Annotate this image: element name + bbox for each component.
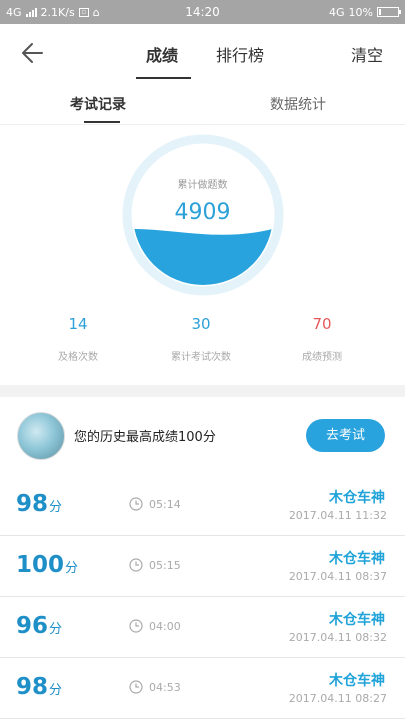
tab-indicator (136, 77, 191, 79)
record-user-name: 木仓车神 (329, 612, 385, 628)
network-type-right: 4G (329, 5, 345, 19)
score-unit: 分 (49, 683, 63, 698)
record-duration: 04:00 (149, 620, 181, 633)
record-score: 98分 (16, 491, 63, 517)
record-date: 2017.04.11 11:32 (288, 509, 387, 522)
record-score: 96分 (16, 613, 63, 639)
record-user-name: 木仓车神 (329, 490, 385, 506)
record-duration: 05:14 (149, 498, 181, 511)
record-score: 100分 (16, 552, 79, 578)
battery-percent: 10% (348, 5, 373, 19)
record-duration: 04:53 (149, 681, 181, 694)
arrow-left-icon[interactable] (18, 38, 48, 68)
record-date: 2017.04.11 08:27 (288, 692, 387, 705)
tab-score[interactable]: 成绩 (146, 42, 178, 66)
record-user-name: 木仓车神 (329, 551, 385, 567)
clock-icon (129, 619, 143, 633)
clock-icon (129, 558, 143, 572)
signal-icon (25, 7, 37, 17)
app-icon: ⌂ (92, 5, 100, 19)
section-divider (0, 385, 405, 397)
exam-count-label: 累计考试次数 (171, 352, 231, 363)
network-speed: 2.1K/s (40, 5, 75, 19)
exam-count-value: 30 (191, 315, 211, 333)
clock-icon (129, 680, 143, 694)
record-row[interactable]: 100分 05:15 木仓车神 2017.04.11 08:37 (0, 536, 405, 597)
sub-tabs: 考试记录 数据统计 (0, 80, 405, 125)
tab-exam-records[interactable]: 考试记录 (70, 94, 126, 114)
status-left: 4G 2.1K/s ▫ ⌂ (6, 6, 100, 19)
network-type: 4G (6, 5, 22, 19)
subtab-indicator (84, 121, 120, 123)
record-row[interactable]: 98分 05:14 木仓车神 2017.04.11 11:32 (0, 475, 405, 536)
status-right: 4G 10% (329, 5, 401, 19)
gauge-label: 累计做题数 (177, 180, 228, 191)
record-row[interactable]: 98分 04:53 木仓车神 2017.04.11 08:27 (0, 658, 405, 719)
tab-data-stats[interactable]: 数据统计 (270, 94, 326, 114)
clock-icon (129, 497, 143, 511)
score-prediction-value: 70 (312, 315, 332, 333)
notification-icon: ▫ (78, 7, 89, 17)
record-duration: 05:15 (149, 559, 181, 572)
record-date: 2017.04.11 08:32 (288, 631, 387, 644)
record-user-name: 木仓车神 (329, 673, 385, 689)
score-prediction-label: 成绩预测 (302, 352, 342, 363)
score-unit: 分 (65, 561, 79, 576)
avatar (17, 412, 65, 460)
record-score: 98分 (16, 674, 63, 700)
top-header: 成绩 排行榜 清空 (0, 24, 405, 80)
record-date: 2017.04.11 08:37 (288, 570, 387, 583)
score-unit: 分 (49, 500, 63, 515)
tab-ranking[interactable]: 排行榜 (216, 42, 264, 66)
take-exam-button[interactable]: 去考试 (306, 419, 385, 452)
gauge-value: 4909 (174, 200, 231, 225)
pass-count-value: 14 (68, 315, 88, 333)
exam-records-list: 98分 05:14 木仓车神 2017.04.11 11:32 100分 05:… (0, 475, 405, 719)
status-bar: 4G 2.1K/s ▫ ⌂ 14:20 4G 10% (0, 0, 405, 24)
score-unit: 分 (49, 622, 63, 637)
clear-button[interactable]: 清空 (351, 42, 383, 66)
record-row[interactable]: 96分 04:00 木仓车神 2017.04.11 08:32 (0, 597, 405, 658)
pass-count-label: 及格次数 (58, 352, 98, 363)
best-score-text: 您的历史最高成绩100分 (74, 430, 216, 445)
battery-icon (377, 7, 401, 17)
